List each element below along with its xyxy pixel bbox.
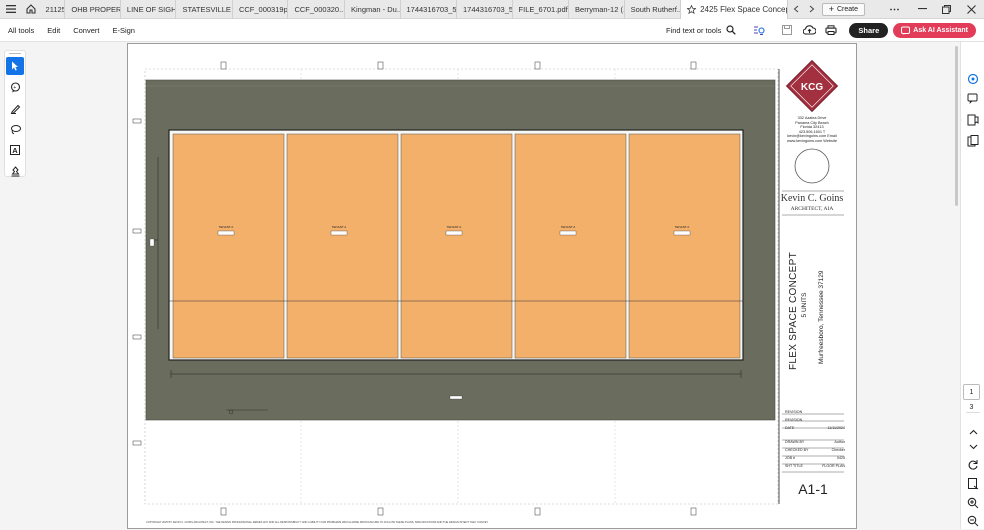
tab-2[interactable]: LINE OF SIGH... [121, 0, 177, 19]
highlight-tool[interactable] [6, 99, 24, 117]
comment-tool[interactable]: + [6, 78, 24, 96]
bookmark-panel-icon[interactable] [967, 114, 979, 126]
rev-row: REVISION [785, 418, 803, 422]
ai-sparkle-icon [901, 26, 911, 35]
text-box-icon: A [9, 144, 20, 155]
project-title-vertical: FLEX SPACE CONCEPT 5 UNITS [788, 240, 838, 370]
find-tools[interactable]: Find text or tools [665, 25, 737, 35]
svg-text:+: + [13, 85, 16, 91]
create-label: Create [836, 5, 858, 13]
rev-row: DRAWN BY Author [785, 440, 845, 444]
tab-5[interactable]: CCF_000320... [288, 0, 345, 19]
more-options-icon[interactable] [888, 0, 902, 19]
floor-plan-drawing: TENANT A TENANT A TENANT A TENANT A TENA… [132, 59, 844, 516]
zoom-in-icon[interactable] [967, 497, 979, 509]
tab-8[interactable]: 1744316703_5... [457, 0, 513, 19]
page-number-input[interactable]: 1 [963, 384, 980, 400]
lasso-icon [10, 124, 21, 134]
minimize-icon[interactable] [911, 0, 935, 19]
stamp-tool[interactable] [6, 162, 24, 180]
left-toolbar: + A [4, 50, 26, 177]
tab-3[interactable]: STATESVILLE ... [176, 0, 233, 19]
address-line: www.kevingoins.com Website [787, 138, 837, 143]
tab-11[interactable]: South Rutherf... [625, 0, 682, 19]
comment-icon: + [10, 81, 20, 92]
cursor-icon [12, 61, 18, 71]
comments-panel-icon[interactable] [967, 93, 979, 105]
rev-row: CHECKED BY Checker [785, 448, 845, 452]
chevron-up-icon[interactable] [967, 426, 979, 438]
project-title: FLEX SPACE CONCEPT [788, 251, 799, 370]
cloud-upload-icon[interactable] [798, 25, 820, 35]
ai-chat-icon[interactable] [967, 73, 979, 85]
tab-6[interactable]: Kingman - Du... [345, 0, 401, 19]
ask-ai-button[interactable]: Ask AI Assistant [893, 22, 976, 38]
rev-row: SHT TITLE FLOOR PLAN [785, 464, 845, 468]
menu-all-tools[interactable]: All tools [8, 26, 34, 35]
revision-table: REVISION REVISION DATE 11/11/2024 DRAWN B… [785, 408, 845, 470]
print-icon[interactable] [820, 25, 842, 35]
menu-edit[interactable]: Edit [47, 26, 60, 35]
draw-tool[interactable] [6, 120, 24, 138]
plus-icon: + [828, 3, 834, 14]
tab-1[interactable]: OHB PROPER... [65, 0, 121, 19]
scroll-tabs-left-icon[interactable] [788, 0, 804, 19]
ai-compare-icon[interactable] [748, 25, 770, 36]
tab-0[interactable]: 21125... [40, 0, 66, 19]
pen-icon [10, 104, 20, 114]
pdf-page: TENANT A TENANT A TENANT A TENANT A TENA… [127, 43, 857, 529]
menu-bar: All tools Edit Convert E-Sign Find text … [0, 19, 984, 42]
find-label: Find text or tools [665, 25, 722, 35]
search-icon [726, 25, 737, 35]
sheet-number: A1-1 [798, 481, 828, 497]
menu-esign[interactable]: E-Sign [112, 26, 135, 35]
home-icon[interactable] [22, 0, 40, 19]
create-button[interactable]: + Create [821, 2, 865, 16]
tab-7[interactable]: 1744316703_5... [401, 0, 458, 19]
menu-convert[interactable]: Convert [73, 26, 99, 35]
logo-text: KCG [801, 82, 823, 93]
zoom-out-icon[interactable] [967, 515, 979, 527]
fit-page-icon[interactable] [967, 478, 979, 490]
copyright-footer: COPYRIGHT 2025 BY KEVIN C. GOINS ARCHITE… [146, 521, 489, 524]
tab-active[interactable]: 2425 Flex Space Concep... [681, 0, 789, 19]
ask-ai-label: Ask AI Assistant [913, 26, 968, 34]
tab-active-label: 2425 Flex Space Concep... [700, 4, 789, 14]
right-toolbar [960, 42, 984, 529]
tab-bar: 21125... OHB PROPER... LINE OF SIGH... S… [0, 0, 984, 19]
tenant-label-3: TENANT A [447, 225, 462, 229]
tenant-label-4: TENANT A [561, 225, 576, 229]
rev-row: REVISION [785, 410, 803, 414]
tenant-label-1: TENANT A [219, 225, 234, 229]
stamp-icon [10, 165, 20, 176]
tenant-label-5: TENANT A [675, 225, 690, 229]
rotate-icon[interactable] [967, 459, 979, 471]
share-button[interactable]: Share [849, 22, 889, 38]
rev-row: DATE 11/11/2024 [785, 426, 845, 430]
hamburger-menu-icon[interactable] [0, 0, 22, 19]
tab-4[interactable]: CCF_000319p... [233, 0, 289, 19]
svg-text:A: A [12, 146, 18, 155]
star-icon[interactable] [687, 4, 697, 14]
select-tool[interactable] [6, 57, 24, 75]
tab-10[interactable]: Berryman-12 (... [569, 0, 625, 19]
tab-9[interactable]: FILE_6701.pdf [513, 0, 570, 19]
vertical-scrollbar[interactable] [955, 46, 958, 206]
title-block-address: 332 Azalea Drive Panama City Beach Flori… [780, 116, 844, 143]
address-line: kevin@kevingoins.com Email [787, 134, 837, 138]
restore-icon[interactable] [935, 0, 959, 19]
chevron-down-icon[interactable] [967, 441, 979, 453]
project-location-vertical: Murfreesboro, Tennessee 37129 [818, 270, 825, 364]
close-window-icon[interactable] [958, 0, 984, 19]
project-units: 5 UNITS [801, 292, 808, 318]
rev-row: JOB #0425 [785, 456, 845, 460]
architect-title: ARCHITECT, AIA [790, 206, 834, 212]
pages-panel-icon[interactable] [967, 135, 979, 147]
tenant-label-2: TENANT A [332, 225, 347, 229]
scroll-tabs-right-icon[interactable] [804, 0, 820, 19]
architect-name: Kevin C. Goins [780, 193, 844, 204]
text-tool[interactable]: A [6, 141, 24, 159]
save-icon[interactable] [776, 25, 798, 35]
page-total: 3 [969, 404, 974, 411]
